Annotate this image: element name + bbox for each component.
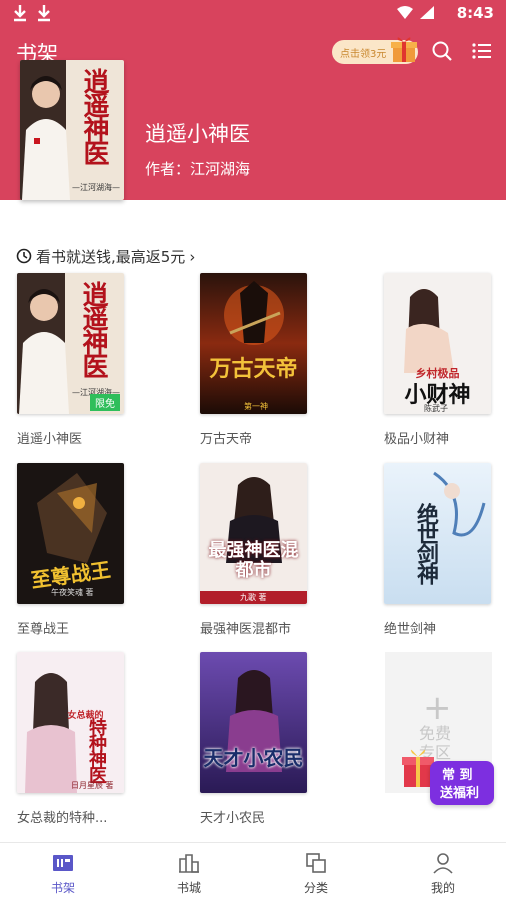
book-cover[interactable]: 绝世剑神 (384, 463, 491, 604)
book-title: 女总裁的特种... (17, 811, 108, 826)
cover-title: 逍遥神医 (79, 68, 109, 164)
book-title: 极品小财神 (384, 432, 450, 447)
tab-book-city[interactable]: 书城 (149, 851, 229, 896)
cover-title: 最强神医混都市 (208, 540, 299, 581)
book-cover[interactable]: 逍遥神医 —江河湖海— 限免 (17, 273, 124, 414)
promo-button[interactable]: 点击领3元 (332, 37, 418, 64)
clock: 8:43 (456, 4, 494, 22)
category-icon (306, 853, 326, 873)
cover-title: 逍遥神医 (78, 281, 108, 377)
system-icons (396, 5, 440, 25)
download-icon (14, 5, 26, 22)
book-title: 绝世剑神 (384, 622, 437, 637)
cover-author: 陈武子 (424, 404, 448, 413)
book-cover[interactable]: 天才小农民 (200, 652, 307, 793)
status-bar: 8:43 (0, 0, 506, 28)
book-cover[interactable]: 最强神医混都市 九歌 著 (200, 463, 307, 604)
recent-book-title[interactable]: 逍遥小神医 (145, 118, 250, 148)
book-item[interactable]: 女总裁的 特种神医 日月星辰 著 女总裁的特种... (17, 652, 125, 826)
book-item[interactable]: 万古天帝 第一神 万古天帝 (200, 273, 308, 447)
welfare-line1: 常 到 (442, 768, 473, 783)
book-title: 逍遥小神医 (17, 432, 83, 447)
wifi-battery-icon (397, 6, 434, 19)
tab-label: 分类 (303, 881, 328, 895)
tab-label: 书城 (176, 881, 201, 895)
cover-author: 午夜笑魂 著 (51, 588, 94, 597)
book-cover[interactable]: 至尊战王 午夜笑魂 著 (17, 463, 124, 604)
recent-book-cover[interactable]: 逍遥神医 —江河湖海— (20, 60, 124, 200)
book-cover[interactable]: 万古天帝 第一神 (200, 273, 307, 414)
book-city-icon (179, 854, 199, 873)
tab-bookshelf[interactable]: 书架 (23, 851, 103, 896)
reward-banner[interactable]: 看书就送钱,最高返5元 › (16, 246, 195, 267)
tab-label: 书架 (50, 881, 75, 895)
book-item[interactable]: 逍遥神医 —江河湖海— 限免 逍遥小神医 (17, 273, 125, 447)
book-cover[interactable]: 乡村极品 小财神 陈武子 (384, 273, 491, 414)
search-icon[interactable] (431, 40, 453, 62)
promo-label: 点击领3元 (340, 49, 387, 60)
book-item[interactable]: 至尊战王 午夜笑魂 著 至尊战王 (17, 463, 125, 637)
download-icon (38, 5, 50, 22)
tab-profile[interactable]: 我的 (403, 851, 483, 896)
book-title: 万古天帝 (200, 432, 253, 447)
cover-title: 万古天帝 (209, 356, 298, 382)
chevron-right-icon: › (189, 248, 196, 266)
book-item[interactable]: 乡村极品 小财神 陈武子 极品小财神 (384, 273, 492, 447)
book-title: 天才小农民 (200, 811, 266, 826)
cover-title: 天才小农民 (203, 746, 304, 770)
welfare-line2: 送福利 (440, 786, 480, 801)
book-title: 至尊战王 (17, 622, 70, 637)
menu-list-icon[interactable] (471, 40, 493, 62)
cover-author: —江河湖海— (72, 183, 120, 192)
cover-author: 九歌 著 (240, 593, 267, 602)
recent-book-progress: 进度：第一章：苞米地 (145, 207, 285, 223)
app-screen: 8:43 书架 点击领3元 逍遥小神医 作者：江河湖海 进度：第一章：苞米地 逍… (0, 0, 506, 900)
cover-title: 绝世剑神 (413, 503, 439, 583)
bookshelf-icon (53, 855, 73, 871)
cover-title: 特种神医 (86, 718, 107, 782)
bottom-tab-bar: 书架 书城 分类 我的 (0, 842, 506, 900)
timer-icon (16, 248, 32, 264)
free-badge: 限免 (90, 394, 120, 411)
book-item[interactable]: 天才小农民 天才小农民 (200, 652, 308, 826)
tab-category[interactable]: 分类 (276, 851, 356, 896)
gift-icon (391, 37, 417, 62)
welfare-label: 常 到 送福利 (430, 761, 494, 805)
tab-label: 我的 (430, 881, 455, 895)
plus-icon: + (423, 688, 452, 728)
book-item[interactable]: 最强神医混都市 九歌 著 最强神医混都市 (200, 463, 308, 637)
welfare-float-button[interactable]: 常 到 送福利 (400, 745, 496, 807)
book-title: 最强神医混都市 (200, 622, 292, 637)
recent-book-author: 作者：江河湖海 (145, 160, 251, 178)
cover-author: 第一神 (244, 402, 268, 411)
cover-author: 日月星辰 著 (71, 781, 114, 790)
book-item[interactable]: 绝世剑神 绝世剑神 (384, 463, 492, 637)
reward-text: 看书就送钱,最高返5元 (36, 248, 186, 266)
profile-icon (433, 853, 453, 874)
book-cover[interactable]: 女总裁的 特种神医 日月星辰 著 (17, 652, 124, 793)
